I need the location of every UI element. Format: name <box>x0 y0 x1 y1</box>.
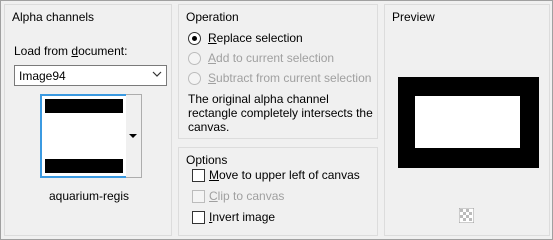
document-select-value: Image94 <box>19 69 66 83</box>
checkbox-icon <box>192 190 205 203</box>
checkbox-icon <box>192 169 205 182</box>
channel-dropdown-button[interactable] <box>126 94 142 178</box>
alpha-channels-title: Alpha channels <box>12 10 95 24</box>
caret-down-icon <box>129 134 137 138</box>
operation-description: The original alpha channel rectangle com… <box>188 92 373 134</box>
transparency-checker-icon[interactable] <box>459 208 474 223</box>
preview-title: Preview <box>392 10 435 24</box>
load-selection-from-alpha-dialog: Alpha channels Load from document: Image… <box>0 0 553 240</box>
options-title: Options <box>186 153 228 167</box>
preview-group: Preview <box>384 4 550 236</box>
alpha-channel-thumbnail[interactable] <box>40 94 128 178</box>
load-from-document-label: Load from document: <box>14 44 128 58</box>
channel-name-label: aquarium-regis <box>48 189 130 203</box>
radio-checked-icon <box>188 32 201 45</box>
preview-image <box>398 77 539 168</box>
radio-icon <box>188 52 201 65</box>
radio-icon <box>188 72 201 85</box>
document-select[interactable]: Image94 <box>14 65 167 86</box>
options-group: Options Move to upper left of canvas Cli… <box>178 147 378 236</box>
alpha-channels-group: Alpha channels Load from document: Image… <box>4 4 172 236</box>
operation-title: Operation <box>186 10 239 24</box>
operation-group: Operation Replace selection Add to curre… <box>178 4 378 139</box>
chevron-down-icon <box>152 71 162 77</box>
checkbox-icon <box>192 211 205 224</box>
